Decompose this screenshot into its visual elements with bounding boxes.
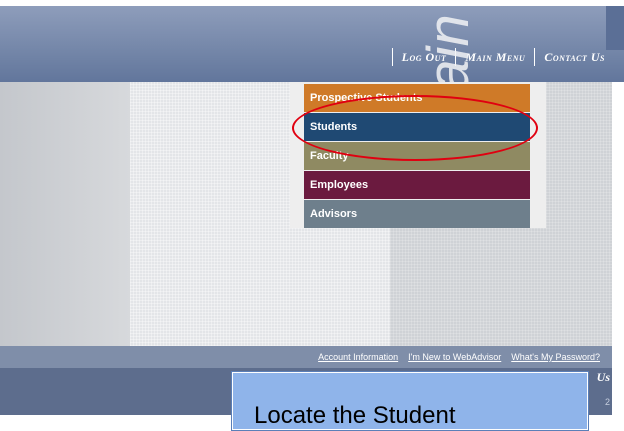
footer-contact-fragment: Us bbox=[596, 370, 610, 384]
account-information-link[interactable]: Account Information bbox=[318, 352, 398, 362]
utility-bar: Account Information I'm New to WebAdviso… bbox=[0, 346, 612, 368]
header-corner-tab bbox=[606, 6, 624, 50]
menu-item-employees[interactable]: Employees bbox=[304, 171, 530, 199]
highlight-ellipse bbox=[292, 95, 538, 161]
menu-item-advisors[interactable]: Advisors bbox=[304, 200, 530, 228]
footer-version: 2 bbox=[604, 397, 610, 407]
contact-us-link[interactable]: Contact Us bbox=[534, 48, 614, 66]
whats-my-password-link[interactable]: What's My Password? bbox=[511, 352, 600, 362]
new-to-webadvisor-link[interactable]: I'm New to WebAdvisor bbox=[408, 352, 501, 362]
header-banner: Log Out Main Menu Contact Us bbox=[0, 6, 624, 82]
callout-text: Locate the Student bbox=[254, 402, 456, 429]
stage-left-panel bbox=[0, 82, 130, 346]
utility-links: Account Information I'm New to WebAdviso… bbox=[308, 346, 600, 368]
right-edge-gutter bbox=[612, 82, 624, 415]
instruction-callout: Locate the Student bbox=[231, 371, 589, 431]
